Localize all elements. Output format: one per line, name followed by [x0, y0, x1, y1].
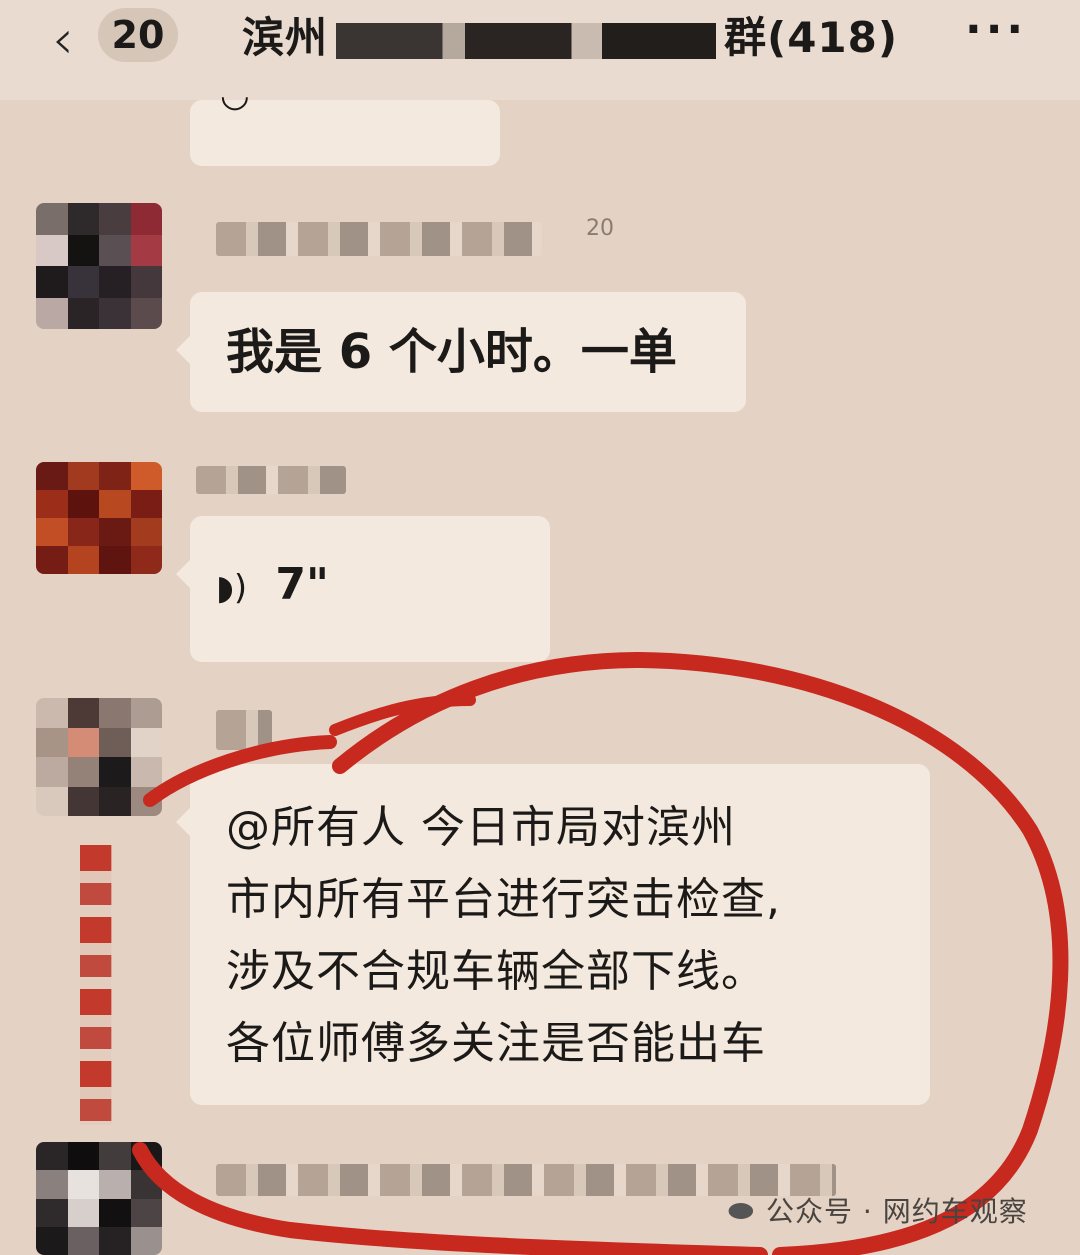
- ellipsis-icon[interactable]: ···: [965, 8, 1029, 60]
- watermark: ⬬ 公众号 · 网约车观察: [728, 1190, 1028, 1234]
- announcement-message-bubble[interactable]: @所有人 今日市局对滨州 市内所有平台进行突击检查, 涉及不合规车辆全部下线。 …: [176, 764, 930, 1105]
- message-line: @所有人 今日市局对滨州: [226, 802, 736, 853]
- avatar[interactable]: [36, 462, 162, 574]
- message-line: 涉及不合规车辆全部下线。: [226, 946, 766, 997]
- voice-duration: 7": [275, 559, 329, 610]
- sender-name-tail: 20: [586, 216, 614, 241]
- voice-wave-icon: ◡: [220, 75, 250, 115]
- chat-title[interactable]: 滨州 群(418): [242, 8, 898, 68]
- avatar[interactable]: [36, 203, 162, 329]
- chat-header: ‹ 20 滨州 群(418) ···: [0, 0, 1080, 100]
- watermark-text: 公众号 · 网约车观察: [766, 1195, 1028, 1228]
- avatar[interactable]: [36, 1142, 162, 1255]
- sender-name-mosaic: [196, 466, 346, 494]
- text-message-bubble[interactable]: 我是 6 个小时。一单: [176, 292, 746, 412]
- message-text: 我是 6 个小时。一单: [226, 324, 677, 380]
- sender-name-mosaic: [216, 222, 542, 256]
- message-line: 市内所有平台进行突击检查,: [226, 874, 781, 925]
- voice-wave-icon: ◗): [216, 568, 248, 608]
- voice-message-bubble[interactable]: ◡: [190, 78, 500, 166]
- wechat-icon: ⬬: [728, 1194, 755, 1229]
- avatar[interactable]: [36, 698, 162, 816]
- title-mosaic: [336, 22, 717, 59]
- message-line: 各位师傅多关注是否能出车: [226, 1018, 766, 1069]
- unread-count-badge[interactable]: 20: [98, 8, 178, 62]
- chat-title-suffix: 群(418): [724, 13, 899, 62]
- chat-title-prefix: 滨州: [242, 13, 329, 62]
- annotation-dashes: [80, 845, 112, 1125]
- voice-message-bubble[interactable]: ◗) 7": [176, 516, 550, 662]
- sender-name-mosaic: [216, 710, 272, 750]
